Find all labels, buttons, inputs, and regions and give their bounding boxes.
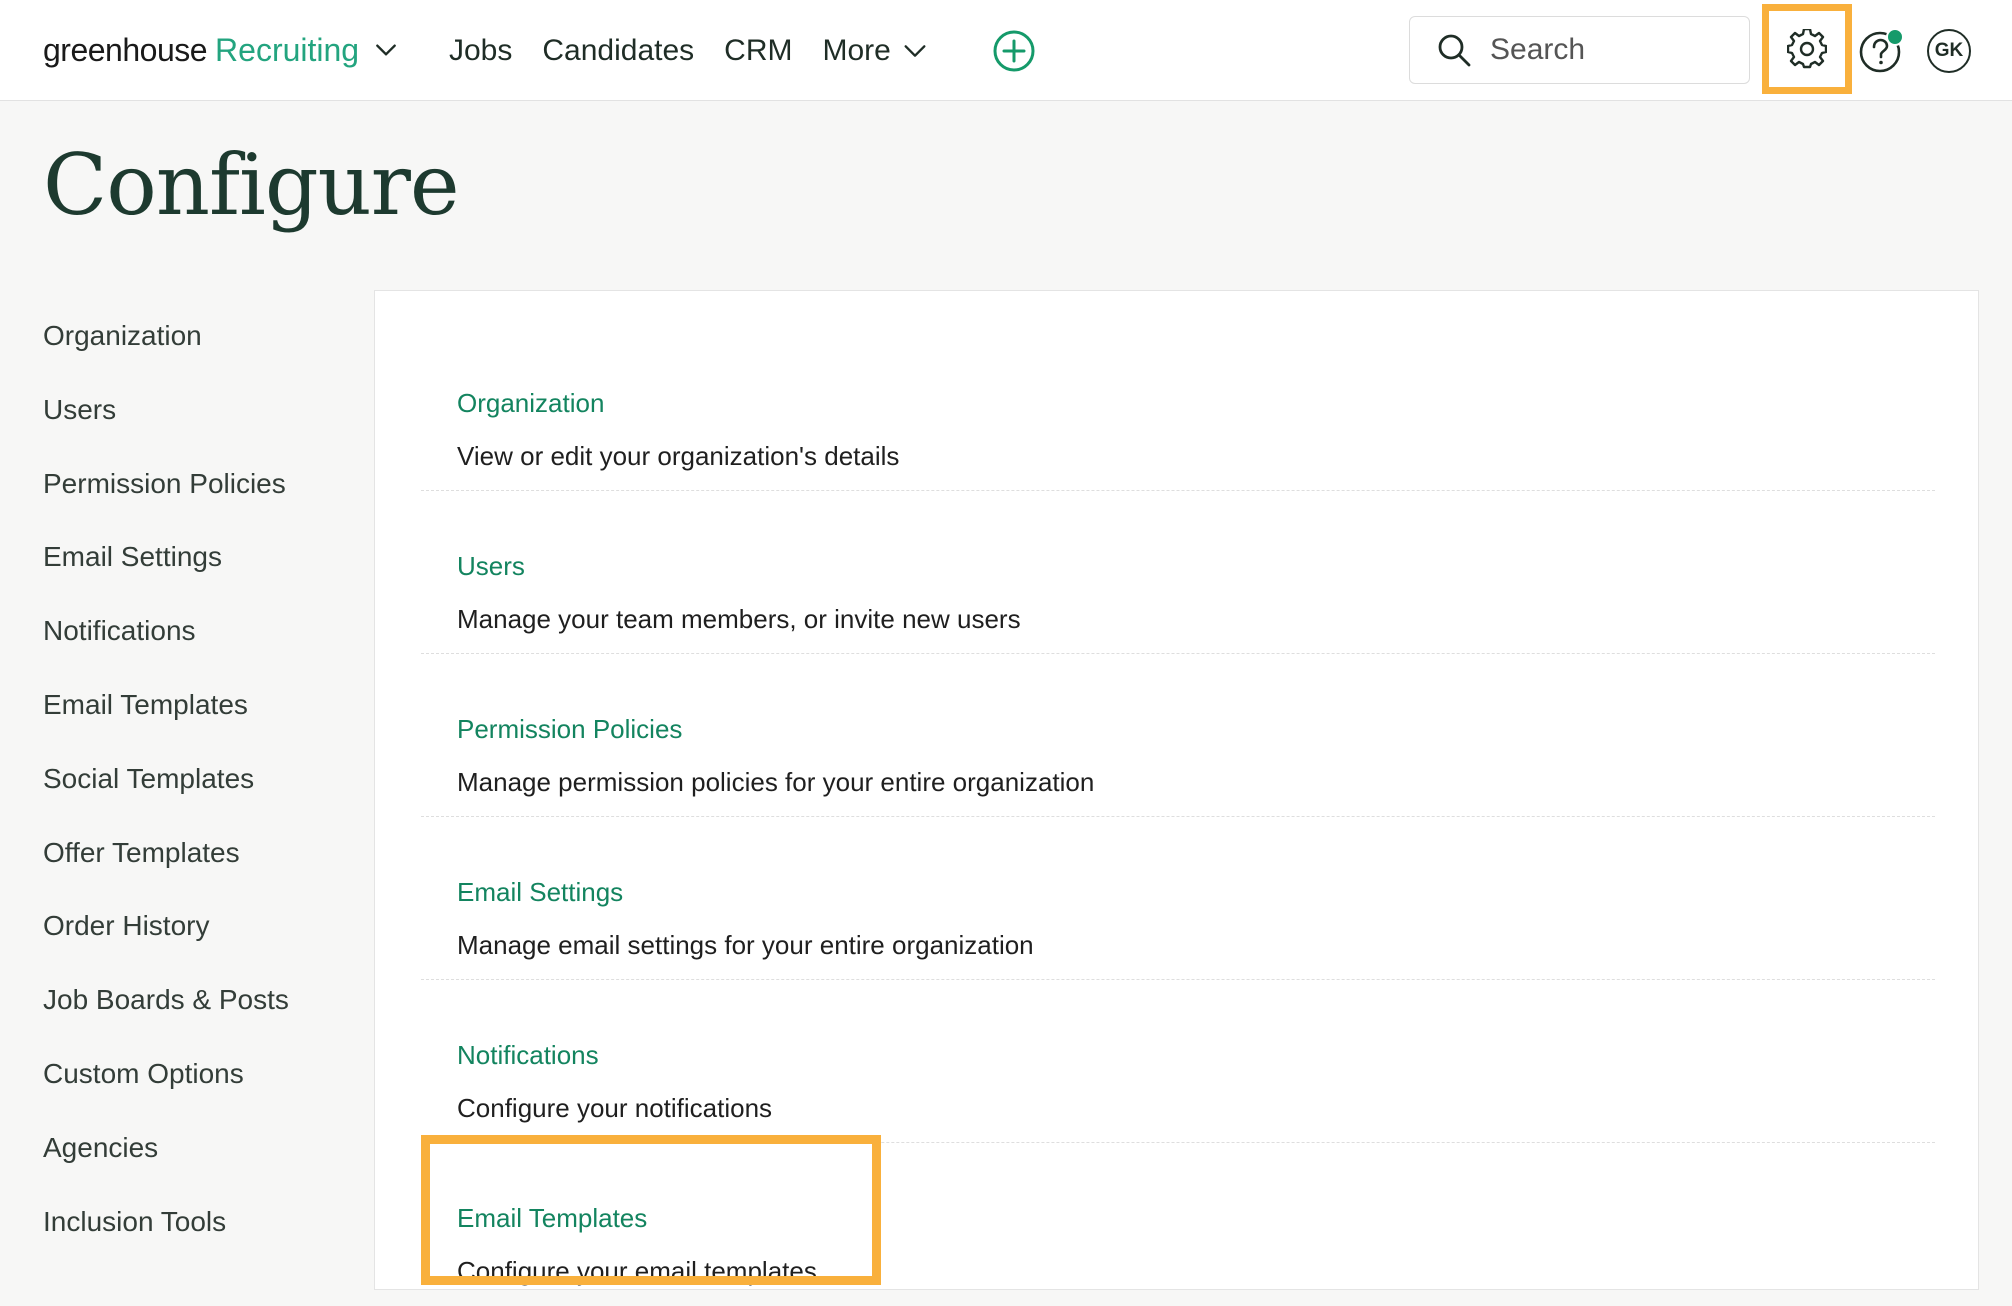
nav-jobs[interactable]: Jobs xyxy=(449,34,512,68)
notification-dot xyxy=(1886,28,1904,46)
search-icon xyxy=(1438,34,1471,67)
add-plus-icon[interactable] xyxy=(992,29,1036,73)
config-description: Manage permission policies for your enti… xyxy=(457,767,1095,797)
nav-more[interactable]: More xyxy=(822,34,928,68)
user-avatar[interactable]: GK xyxy=(1927,29,1971,73)
search-input[interactable] xyxy=(1488,32,1732,68)
config-link-email-settings[interactable]: Email Settings xyxy=(457,877,623,908)
brand-name: greenhouse xyxy=(43,31,208,68)
sidebar-item-offer-templates[interactable]: Offer Templates xyxy=(43,823,343,897)
config-description: View or edit your organization's details xyxy=(457,441,900,471)
gear-icon xyxy=(1787,29,1827,69)
config-section-permission-policies: Permission Policies Manage permission po… xyxy=(421,654,1935,817)
nav-crm[interactable]: CRM xyxy=(724,34,792,68)
config-description: Manage your team members, or invite new … xyxy=(457,604,1021,634)
config-section-users: Users Manage your team members, or invit… xyxy=(421,491,1935,654)
nav-candidates[interactable]: Candidates xyxy=(542,34,694,68)
sidebar-item-social-templates[interactable]: Social Templates xyxy=(43,749,343,823)
config-description: Configure your notifications xyxy=(457,1093,773,1123)
configure-sidebar: Organization Users Permission Policies E… xyxy=(43,306,343,1265)
config-link-notifications[interactable]: Notifications xyxy=(457,1040,599,1071)
chevron-down-icon xyxy=(904,45,926,57)
chevron-down-icon xyxy=(376,44,396,56)
sidebar-item-email-settings[interactable]: Email Settings xyxy=(43,527,343,601)
sidebar-item-job-boards-posts[interactable]: Job Boards & Posts xyxy=(43,970,343,1044)
nav-more-label: More xyxy=(822,34,891,67)
config-description: Configure your email templates xyxy=(457,1256,817,1286)
config-link-organization[interactable]: Organization xyxy=(457,388,604,419)
page-title: Configure xyxy=(43,136,460,234)
nav-candidates-label: Candidates xyxy=(542,34,695,67)
config-description: Manage email settings for your entire or… xyxy=(457,930,1034,960)
nav-crm-label: CRM xyxy=(724,34,793,67)
config-section-organization: Organization View or edit your organizat… xyxy=(421,328,1935,491)
config-section-email-templates: Email Templates Configure your email tem… xyxy=(421,1143,1935,1306)
product-name: Recruiting xyxy=(215,31,360,68)
configure-panel: Organization View or edit your organizat… xyxy=(374,290,1979,1290)
config-link-email-templates[interactable]: Email Templates xyxy=(457,1203,647,1234)
sidebar-item-order-history[interactable]: Order History xyxy=(43,896,343,970)
sidebar-item-organization[interactable]: Organization xyxy=(43,306,343,380)
sidebar-item-notifications[interactable]: Notifications xyxy=(43,601,343,675)
sidebar-item-users[interactable]: Users xyxy=(43,380,343,454)
sidebar-item-email-templates[interactable]: Email Templates xyxy=(43,675,343,749)
config-section-notifications: Notifications Configure your notificatio… xyxy=(421,980,1935,1143)
nav-jobs-label: Jobs xyxy=(449,34,513,67)
top-navigation-bar: greenhouse Recruiting Jobs Candidates CR… xyxy=(0,0,2012,101)
sidebar-item-inclusion-tools[interactable]: Inclusion Tools xyxy=(43,1192,343,1266)
sidebar-item-agencies[interactable]: Agencies xyxy=(43,1118,343,1192)
configure-settings-button[interactable] xyxy=(1762,4,1852,94)
sidebar-item-permission-policies[interactable]: Permission Policies xyxy=(43,454,343,528)
main-nav: Jobs Candidates CRM More xyxy=(449,24,959,78)
config-section-email-settings: Email Settings Manage email settings for… xyxy=(421,817,1935,980)
config-link-users[interactable]: Users xyxy=(457,551,525,582)
search-box[interactable] xyxy=(1409,16,1750,84)
product-switcher[interactable]: greenhouse Recruiting xyxy=(43,22,399,78)
sidebar-item-custom-options[interactable]: Custom Options xyxy=(43,1044,343,1118)
config-link-permission-policies[interactable]: Permission Policies xyxy=(457,714,682,745)
